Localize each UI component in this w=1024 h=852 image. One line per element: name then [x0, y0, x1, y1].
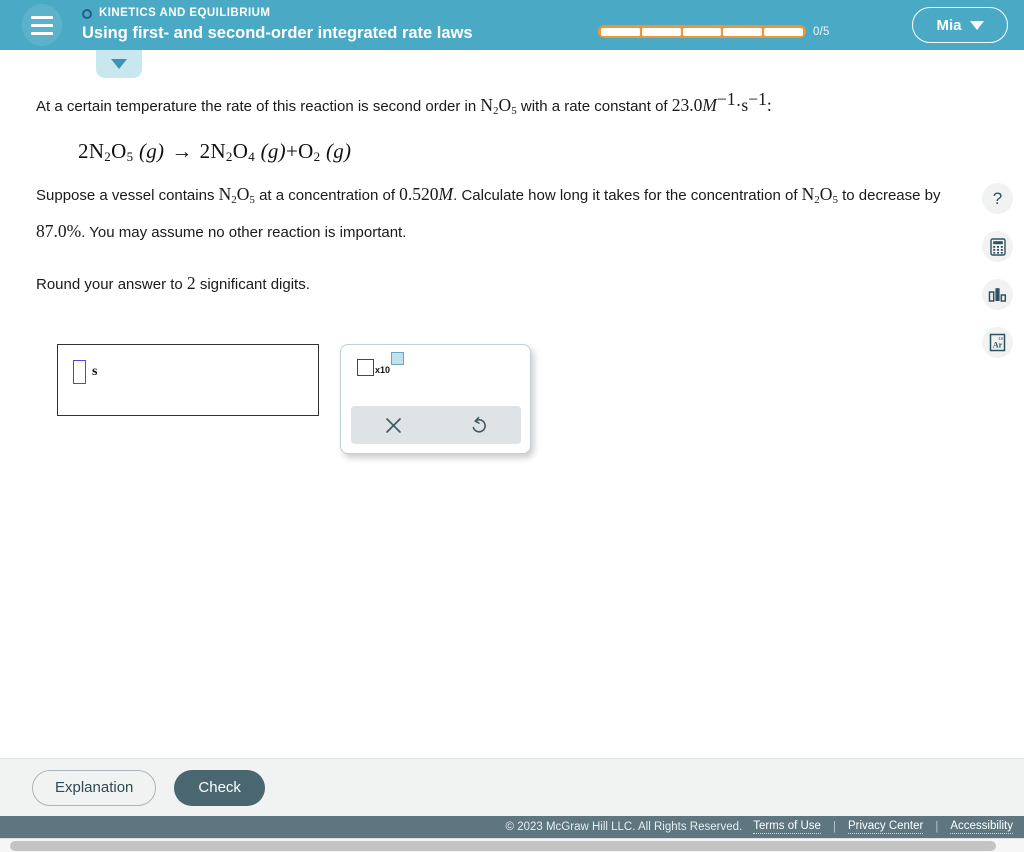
- chem-formula: N2O5: [480, 95, 517, 117]
- x10-label: x10: [375, 365, 391, 375]
- svg-text:Ar: Ar: [993, 341, 1003, 350]
- answer-input-box[interactable]: s: [57, 344, 319, 416]
- help-button[interactable]: ?: [982, 183, 1013, 214]
- hamburger-menu-icon[interactable]: [22, 4, 62, 46]
- page-title: Using first- and second-order integrated…: [82, 24, 473, 42]
- accessibility-link[interactable]: Accessibility: [950, 820, 1013, 834]
- unit-seconds: ·s: [735, 95, 749, 115]
- math-input-popup: x10: [340, 344, 531, 454]
- footer-separator: |: [935, 821, 939, 833]
- rate-constant-value: 23.0: [671, 95, 703, 115]
- chem-formula: N2O5: [801, 184, 838, 206]
- text-frag: Round your answer to: [36, 276, 187, 293]
- undo-button[interactable]: [436, 415, 521, 435]
- periodic-table-button[interactable]: 18 Ar: [982, 327, 1013, 358]
- footer-separator: |: [832, 821, 836, 833]
- topic-breadcrumb: KINETICS AND EQUILIBRIUM: [82, 7, 473, 20]
- text-frag: at a concentration of: [254, 187, 400, 204]
- action-bar: Explanation Check: [0, 758, 1024, 816]
- topic-label: KINETICS AND EQUILIBRIUM: [99, 7, 271, 19]
- user-menu-button[interactable]: Mia: [912, 7, 1008, 43]
- app-header: KINETICS AND EQUILIBRIUM Using first- an…: [0, 0, 1024, 50]
- progress-count-label: 0/5: [813, 25, 830, 38]
- answer-expression: s: [73, 360, 97, 384]
- clear-button[interactable]: [351, 416, 436, 435]
- concentration-value: 0.520: [399, 184, 439, 204]
- topic-ring-icon: [82, 8, 92, 19]
- unit-molarity: M: [702, 95, 717, 115]
- colon: :: [766, 95, 772, 115]
- progress-segment: [682, 27, 722, 36]
- percent-decrease: 87.0%: [36, 221, 82, 241]
- unit-molarity-exponent: −1: [716, 89, 736, 109]
- popup-action-bar: [351, 406, 521, 444]
- calculator-button[interactable]: [982, 231, 1013, 262]
- problem-statement-line-1: At a certain temperature the rate of thi…: [36, 84, 944, 127]
- eq-rhs2-state: (g): [325, 139, 352, 163]
- exponent-square-icon: [391, 352, 405, 365]
- progress-segment: [764, 27, 803, 36]
- text-frag: to decrease by: [837, 187, 941, 204]
- help-icon: ?: [992, 189, 1003, 208]
- progress-bar: [598, 25, 806, 38]
- chevron-down-icon: [969, 20, 984, 30]
- text-frag: Suppose a vessel contains: [36, 187, 219, 204]
- text-frag: At a certain temperature the rate of thi…: [36, 98, 481, 115]
- explanation-button[interactable]: Explanation: [32, 769, 157, 806]
- problem-statement-line-2: Suppose a vessel contains N2O5 at a conc…: [36, 179, 944, 248]
- empty-square-icon: [357, 359, 374, 376]
- eq-rhs1-state: (g): [260, 139, 286, 163]
- reaction-arrow-icon: →: [171, 139, 193, 163]
- sig-digits-value: 2: [186, 273, 196, 293]
- horizontal-scrollbar[interactable]: [0, 838, 1024, 852]
- calculator-icon: [989, 237, 1006, 256]
- text-frag: significant digits.: [195, 276, 310, 293]
- tool-sidebar: ? 18 Ar: [982, 183, 1013, 358]
- scrollbar-thumb[interactable]: [10, 841, 996, 851]
- problem-content: At a certain temperature the rate of thi…: [0, 84, 1024, 300]
- progress-segment: [641, 27, 681, 36]
- chem-formula: N2O5: [218, 184, 255, 206]
- unit-seconds-exponent: −1: [748, 89, 767, 109]
- hamburger-bar: [31, 23, 53, 27]
- privacy-center-link[interactable]: Privacy Center: [847, 820, 924, 834]
- page-footer: © 2023 McGraw Hill LLC. All Rights Reser…: [0, 816, 1024, 838]
- chevron-down-icon: [111, 59, 127, 69]
- collapse-panel-button[interactable]: [96, 50, 142, 78]
- concentration-unit: M: [438, 184, 454, 204]
- check-button[interactable]: Check: [174, 769, 265, 806]
- user-name-label: Mia: [936, 16, 962, 34]
- scientific-notation-button[interactable]: x10: [357, 352, 405, 376]
- text-frag: . You may assume no other reaction is im…: [81, 224, 407, 241]
- answer-unit-label: s: [92, 364, 98, 379]
- close-x-icon: [386, 417, 401, 433]
- terms-of-use-link[interactable]: Terms of Use: [753, 820, 821, 834]
- eq-rhs1-coeff: 2: [199, 139, 211, 163]
- hamburger-bar: [31, 31, 53, 35]
- text-frag: . Calculate how long it takes for the co…: [453, 187, 802, 204]
- undo-arrow-icon: [472, 416, 486, 433]
- chemical-equation: 2N2O5 (g) → 2N2O4 (g)+O2 (g): [78, 139, 352, 164]
- progress-indicator: 0/5: [598, 25, 830, 38]
- problem-statement-line-3: Round your answer to 2 significant digit…: [36, 268, 944, 300]
- eq-lhs-state: (g): [138, 139, 165, 163]
- progress-segment: [723, 27, 763, 36]
- eq-lhs-coeff: 2: [78, 139, 89, 163]
- bar-chart-icon: [988, 288, 1007, 302]
- eq-plus: +: [285, 139, 299, 163]
- progress-segment: [601, 27, 640, 36]
- answer-input-slot[interactable]: [73, 360, 86, 384]
- header-title-block: KINETICS AND EQUILIBRIUM Using first- an…: [82, 7, 473, 43]
- periodic-table-icon: 18 Ar: [989, 333, 1006, 352]
- hamburger-bar: [31, 15, 53, 19]
- copyright-text: © 2023 McGraw Hill LLC. All Rights Reser…: [505, 821, 743, 833]
- data-chart-button[interactable]: [982, 279, 1013, 310]
- text-frag: with a rate constant of: [516, 98, 672, 115]
